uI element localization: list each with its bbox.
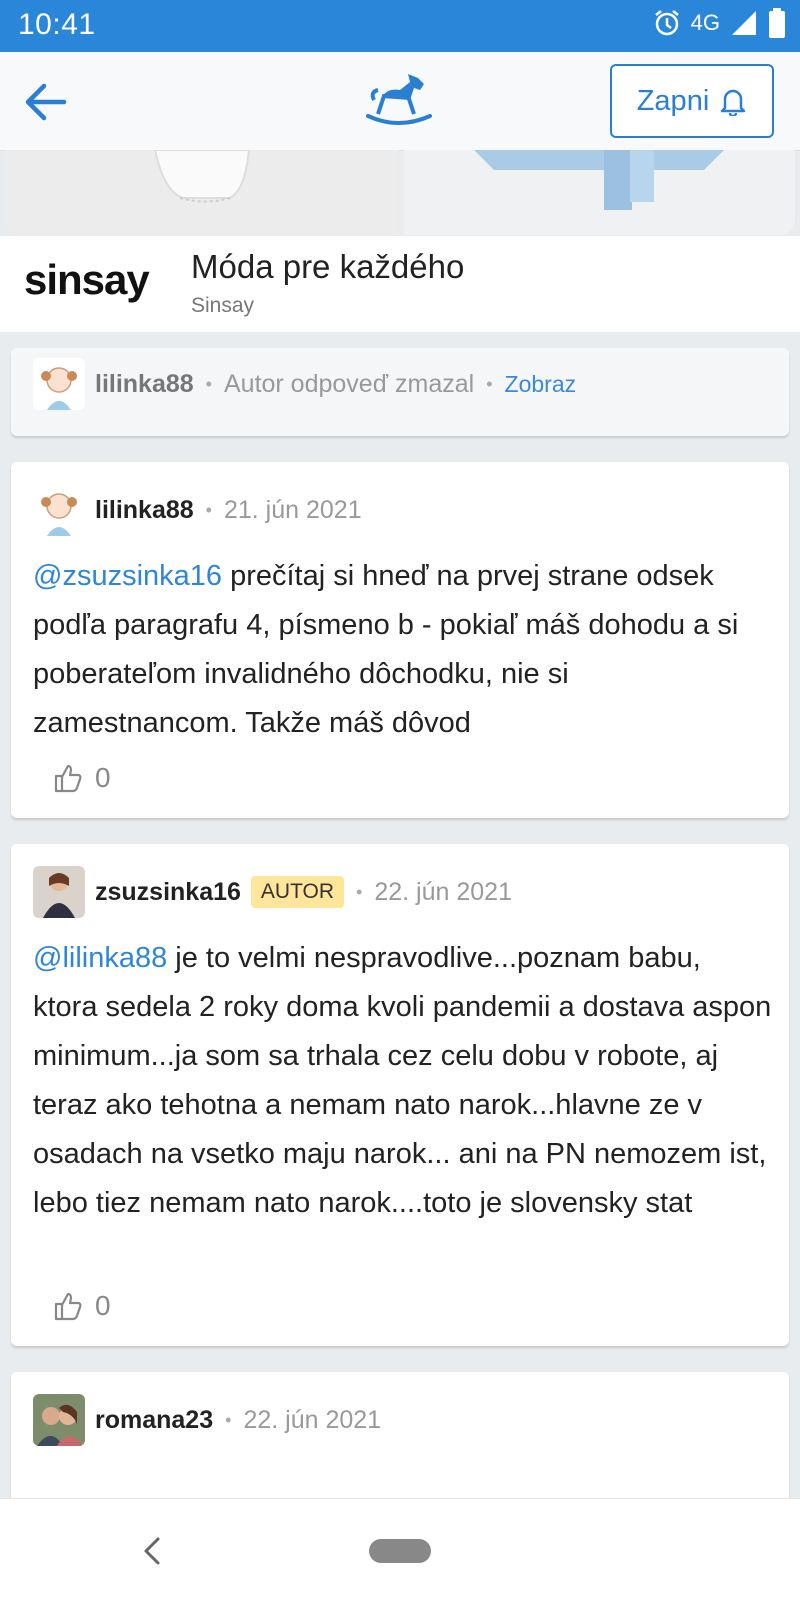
- comment-date: 22. jún 2021: [243, 1405, 382, 1434]
- like-button[interactable]: 0: [53, 1290, 111, 1322]
- comment-card: zsuzsinka16 AUTOR • 22. jún 2021 @lilink…: [11, 844, 789, 1346]
- like-button[interactable]: 0: [53, 762, 111, 794]
- mention-link[interactable]: @zsuzsinka16: [33, 560, 222, 592]
- nav-back-icon[interactable]: [140, 1533, 164, 1569]
- ad-product-image-right[interactable]: [404, 150, 795, 235]
- comment-meta: lilinka88 • Autor odpoveď zmazal • Zobra…: [33, 358, 576, 410]
- comment-meta: romana23 • 22. jún 2021: [33, 1394, 381, 1446]
- avatar[interactable]: [33, 1394, 85, 1446]
- signal-icon: [732, 11, 756, 35]
- separator-dot: •: [356, 881, 363, 902]
- thumbs-up-icon: [54, 764, 82, 793]
- comment-text: @zsuzsinka16 prečítaj si hneď na prvej s…: [33, 552, 773, 748]
- deleted-notice: Autor odpoveď zmazal: [223, 369, 475, 398]
- status-icons: 4G: [653, 8, 786, 38]
- bell-icon: [721, 89, 746, 116]
- comment-date: 22. jún 2021: [374, 877, 512, 906]
- system-nav-bar: [0, 1498, 800, 1601]
- thumbs-up-icon: [54, 1292, 82, 1321]
- sponsored-ad[interactable]: sinsay Móda pre každého Sinsay: [0, 236, 800, 332]
- back-arrow-icon[interactable]: [22, 78, 70, 126]
- separator-dot: •: [225, 1409, 232, 1430]
- status-time: 10:41: [18, 8, 96, 41]
- comment-card: romana23 • 22. jún 2021: [11, 1372, 789, 1512]
- comment-username[interactable]: lilinka88: [95, 496, 194, 525]
- alarm-icon: [654, 10, 679, 36]
- comment-meta: lilinka88 • 21. jún 2021: [33, 484, 362, 536]
- separator-dot: •: [205, 499, 212, 520]
- notify-button[interactable]: Zapni: [610, 64, 774, 138]
- comment-username[interactable]: romana23: [95, 1406, 213, 1435]
- comment-username[interactable]: zsuzsinka16: [95, 878, 241, 907]
- like-count: 0: [95, 762, 111, 793]
- ad-headline: Móda pre každého: [191, 248, 465, 285]
- like-count: 0: [95, 1290, 111, 1321]
- comment-meta: zsuzsinka16 AUTOR • 22. jún 2021: [33, 866, 512, 918]
- rocking-horse-logo[interactable]: [364, 70, 434, 130]
- separator-dot: •: [205, 373, 212, 394]
- comment-date: 21. jún 2021: [223, 495, 362, 524]
- separator-dot: •: [486, 373, 493, 394]
- comment-text: @lilinka88 je to velmi nespravodlive...p…: [33, 934, 773, 1228]
- comment-card: lilinka88 • 21. jún 2021 @zsuzsinka16 pr…: [11, 462, 789, 818]
- nav-home-pill[interactable]: [369, 1539, 431, 1563]
- status-bar: 10:41 4G: [0, 0, 800, 52]
- ad-product-photo-right: [474, 150, 724, 210]
- mention-link[interactable]: @lilinka88: [33, 942, 167, 974]
- author-badge: AUTOR: [250, 876, 345, 908]
- network-type: 4G: [690, 10, 720, 35]
- avatar[interactable]: [33, 358, 85, 410]
- comment-username[interactable]: lilinka88: [95, 370, 194, 399]
- app-bar: Zapni: [0, 52, 800, 151]
- ad-product-image-left[interactable]: [5, 150, 398, 235]
- show-link[interactable]: Zobraz: [505, 371, 577, 398]
- avatar[interactable]: [33, 484, 85, 536]
- avatar[interactable]: [33, 866, 85, 918]
- ad-sponsor: Sinsay: [191, 294, 255, 317]
- notify-label: Zapni: [636, 84, 710, 117]
- comment-body: je to velmi nespravodlive...poznam babu,…: [33, 942, 772, 1219]
- ad-brand-logo: sinsay: [24, 256, 150, 303]
- battery-icon: [769, 8, 785, 38]
- ad-product-photo-left: [153, 150, 251, 203]
- deleted-comment-card: lilinka88 • Autor odpoveď zmazal • Zobra…: [11, 348, 789, 436]
